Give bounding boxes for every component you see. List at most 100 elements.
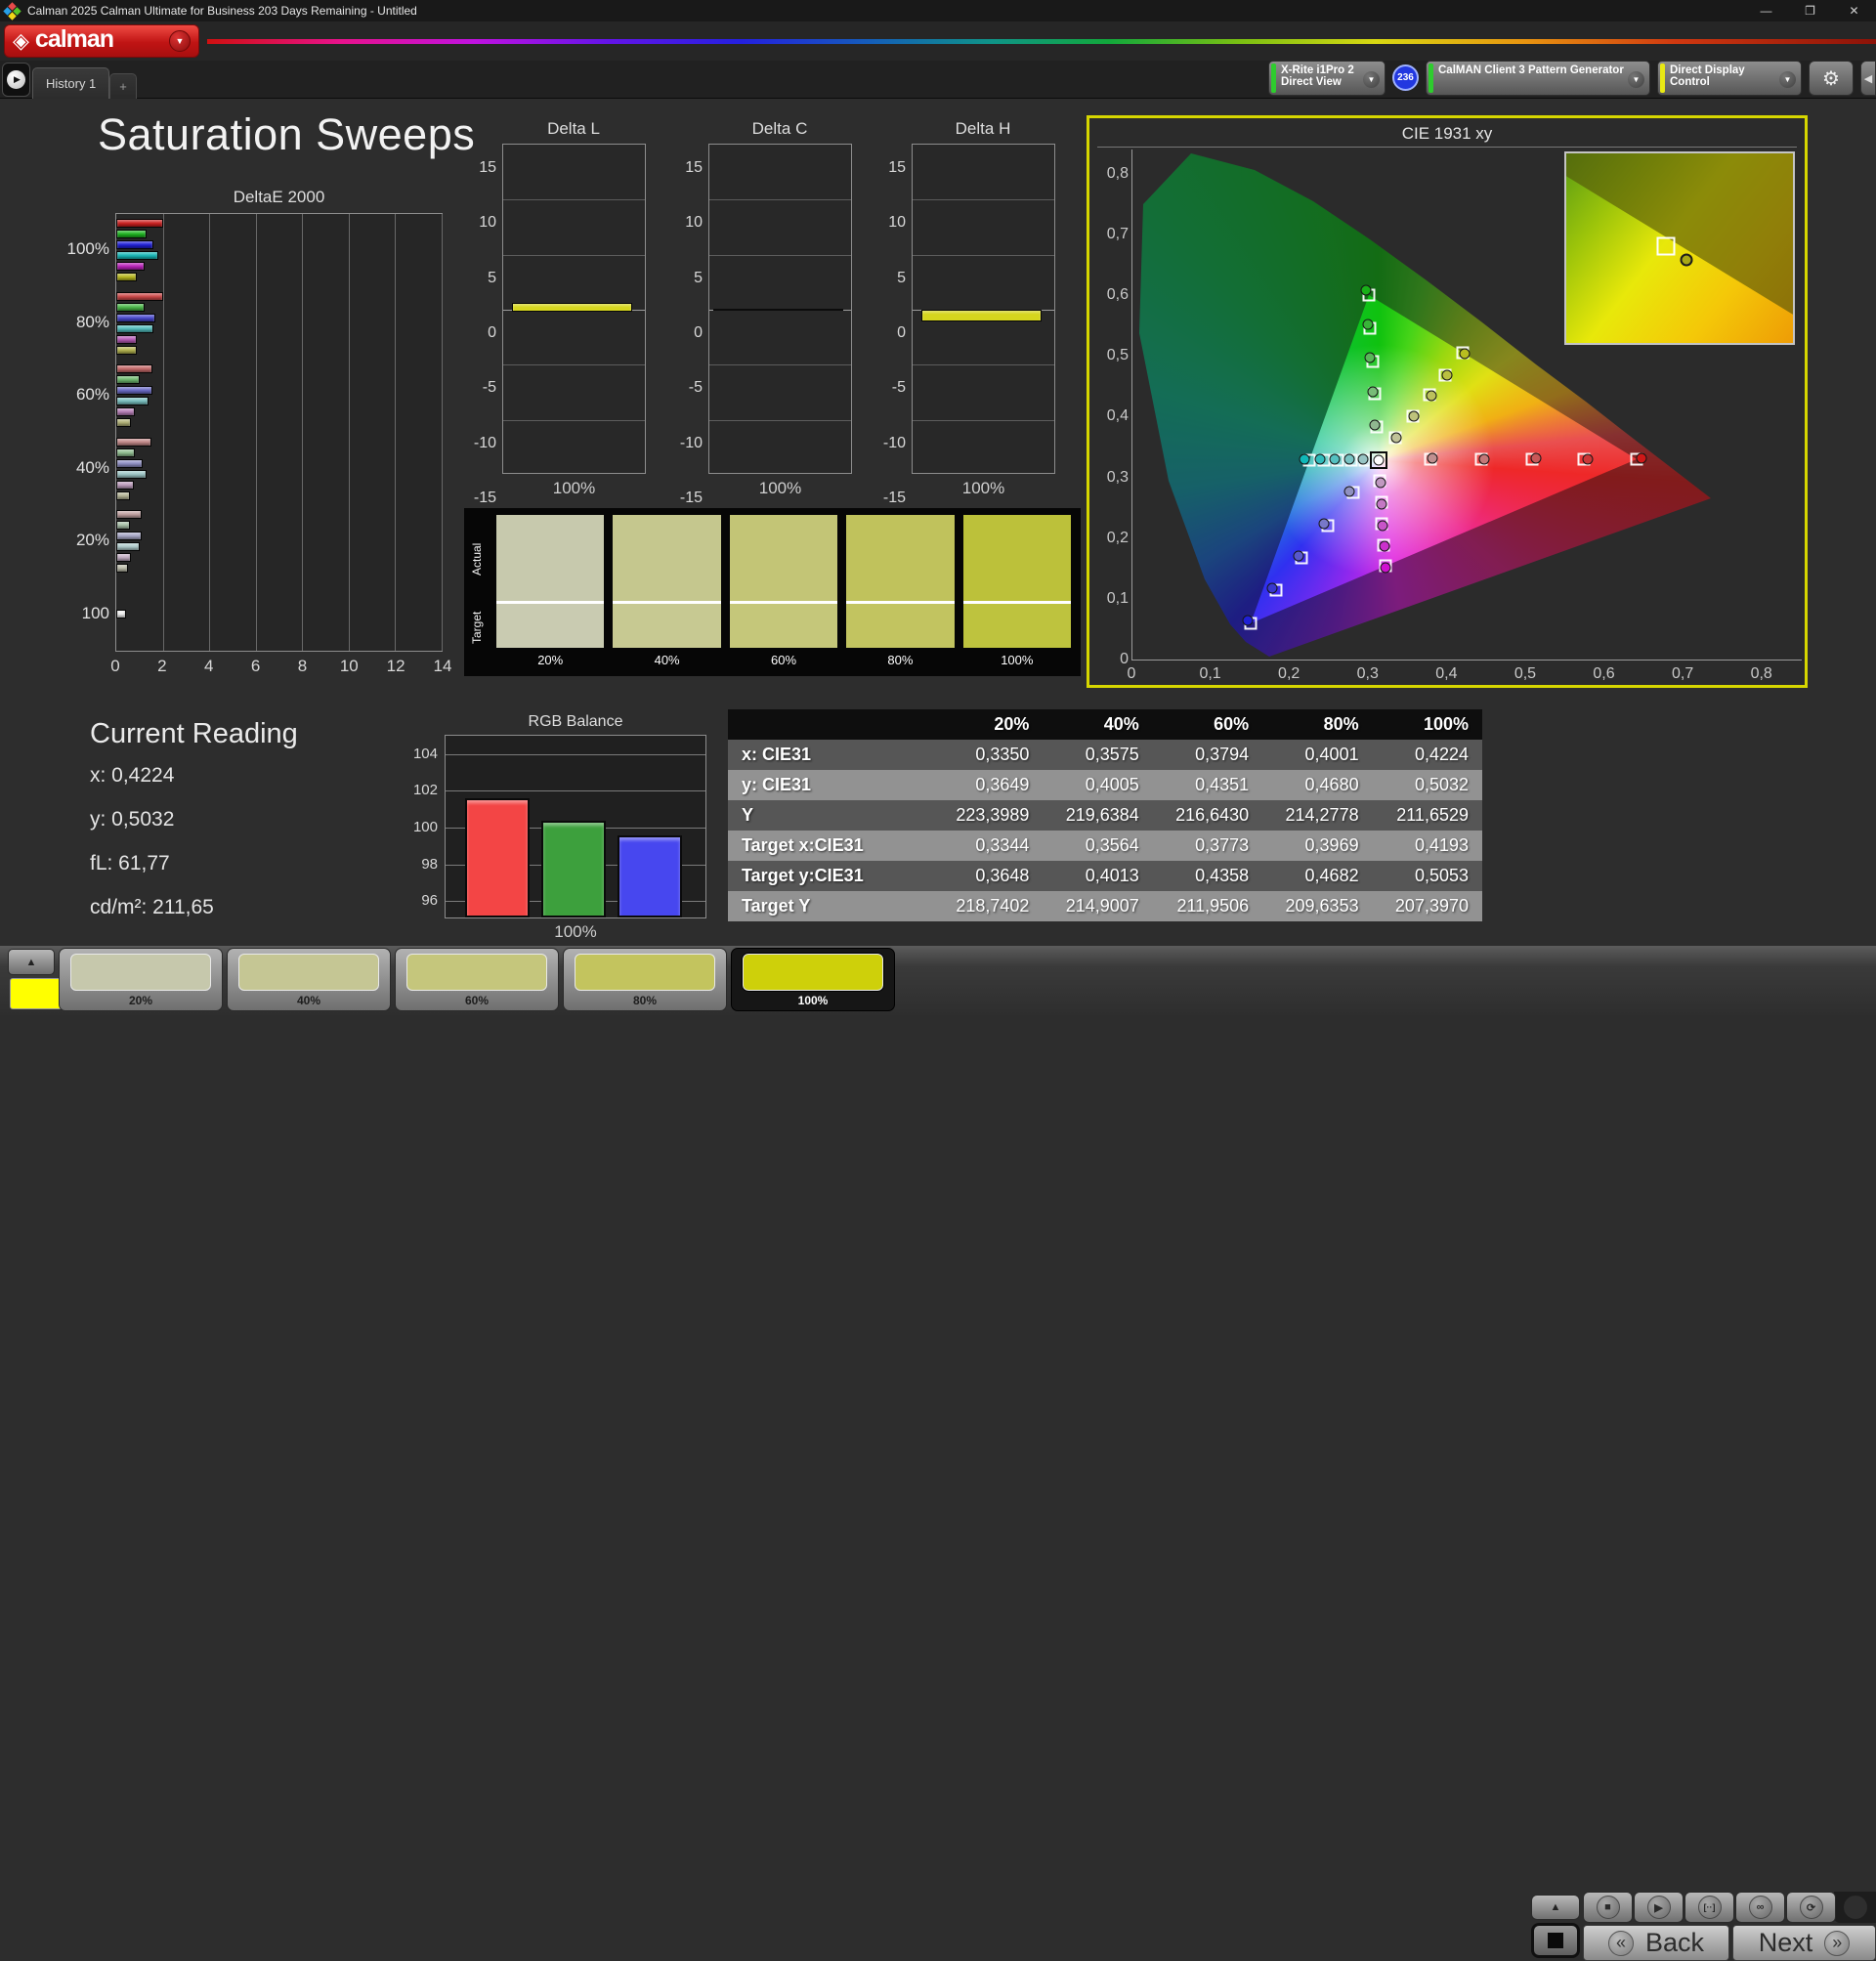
axis-tick-label: 0 (1120, 651, 1129, 667)
row-label: x: CIE31 (728, 740, 933, 770)
plot-area (708, 144, 852, 474)
column-header: 60% (1152, 709, 1263, 740)
refresh-button[interactable]: ⟳ (1786, 1892, 1836, 1923)
axis-tick-label: 0,8 (1750, 665, 1772, 682)
actual-swatch (613, 515, 721, 601)
meter-dropdown[interactable]: X-Rite i1Pro 2 Direct View ▼ (1268, 61, 1386, 96)
swatch-percent-label: 100% (1001, 652, 1034, 667)
bar-yellow (116, 490, 131, 500)
measured-circle-red (1530, 452, 1542, 464)
cell-value: 0,4358 (1152, 861, 1263, 891)
rgb-balance-chart (445, 735, 706, 918)
actual-label: Actual (470, 542, 484, 576)
display-control-dropdown[interactable]: Direct Display Control ▼ (1657, 61, 1802, 96)
pattern-swatch-80%[interactable]: 80% (563, 948, 727, 1011)
axis-tick-label: 15 (888, 159, 906, 176)
pattern-swatch-20%[interactable]: 20% (59, 948, 223, 1011)
hold-button[interactable]: [··] (1684, 1892, 1734, 1923)
pattern-swatch-100%[interactable]: 100% (731, 948, 895, 1011)
y-axis: 15 10 5 0 -5 -10 -15 (667, 144, 704, 506)
restore-button[interactable]: ❐ (1788, 0, 1832, 21)
add-tab-button[interactable]: + (109, 73, 137, 99)
calman-menu-button[interactable]: ◈ calman ▼ (4, 24, 199, 58)
bar-cyan (116, 542, 140, 552)
bar-magenta (116, 553, 132, 563)
row-label: Y (728, 800, 933, 831)
meter-line2: Direct View (1281, 76, 1342, 88)
axis-tick-label: 100 (412, 819, 438, 835)
measured-circle-yellow (1408, 410, 1420, 422)
cell-value: 0,3969 (1262, 831, 1373, 861)
loop-button[interactable]: ∞ (1735, 1892, 1785, 1923)
transport-panel-up-button[interactable]: ▲ (1531, 1895, 1580, 1920)
cell-value: 0,3575 (1043, 740, 1153, 770)
layout-expander-button[interactable]: ▶ (2, 63, 30, 97)
bar-cyan (116, 469, 147, 479)
measurement-count-badge[interactable]: 236 (1392, 64, 1419, 91)
display-label: Direct Display Control (1670, 64, 1745, 88)
settings-button[interactable]: ⚙ (1809, 61, 1854, 96)
grid-line (255, 214, 257, 651)
measured-circle-blue (1266, 582, 1278, 594)
swatch-chip (743, 954, 883, 991)
axis-tick-label: 80% (75, 312, 109, 331)
close-button[interactable]: ✕ (1832, 0, 1876, 21)
pattern-panel-up-button[interactable]: ▲ (8, 949, 55, 975)
cell-value: 218,7402 (933, 891, 1044, 921)
swatch-label: 20% (128, 994, 153, 1007)
next-button[interactable]: Next » (1732, 1925, 1876, 1961)
pattern-swatch-40%[interactable]: 40% (227, 948, 391, 1011)
axis-tick-label: 10 (888, 214, 906, 232)
back-button[interactable]: « Back (1583, 1925, 1729, 1961)
bar-blue (116, 240, 154, 250)
calman-app-icon (3, 1, 21, 21)
actual-swatch (496, 515, 605, 601)
bar-blue (116, 458, 144, 468)
axis-tick-label: 96 (421, 892, 438, 910)
value-bar (512, 303, 632, 312)
row-label: y: CIE31 (728, 770, 933, 800)
swatch-column: 20% (496, 515, 605, 674)
rgb-y-axis: 104 102 100 98 96 (399, 735, 440, 918)
reading-fl: fL: 61,77 (90, 852, 170, 874)
stop-button[interactable]: ■ (1583, 1892, 1633, 1923)
axis-tick-label: 0,5 (1106, 347, 1129, 364)
grid-line (913, 364, 1054, 366)
measured-circle-magenta (1375, 477, 1386, 489)
bar-red (116, 364, 152, 374)
bar-cyan (116, 251, 158, 261)
axis-tick-label: 102 (412, 782, 438, 799)
cell-value: 211,6529 (1372, 800, 1482, 831)
axis-tick-label: 8 (297, 657, 308, 675)
axis-tick-label: 0 (1127, 665, 1136, 682)
bar-cyan (116, 323, 154, 333)
stop-pattern-button[interactable] (1531, 1923, 1580, 1958)
tab-history-1[interactable]: History 1 (32, 67, 110, 99)
column-header: 40% (1043, 709, 1153, 740)
actual-target-swatch-panel: Actual Target 20% 40% 60% 80% 100% (464, 508, 1081, 676)
axis-tick-label: -5 (482, 379, 496, 397)
minimize-button[interactable]: — (1744, 0, 1788, 21)
pattern-generator-dropdown[interactable]: CalMAN Client 3 Pattern Generator ▼ (1426, 61, 1650, 96)
pattern-swatch-60%[interactable]: 60% (395, 948, 559, 1011)
measured-circle-magenta (1379, 540, 1390, 552)
collapse-panel-button[interactable]: ◀ (1860, 61, 1876, 96)
measurement-table: 20% 40% 60% 80% 100% x: CIE31 0,3350 0,3575 0,37… (728, 709, 1482, 921)
axis-tick-label: 15 (479, 159, 496, 176)
device-toolbar: X-Rite i1Pro 2 Direct View ▼ 236 CalMAN … (1268, 61, 1876, 98)
current-reading-title: Current Reading (90, 718, 298, 749)
row-labels: Actual Target (470, 515, 488, 674)
chart-title: Delta L (547, 119, 600, 138)
axis-tick-label: 0 (488, 324, 496, 341)
axis-tick-label: 5 (694, 269, 703, 286)
swatch-chip (70, 954, 211, 991)
measured-circle-blue (1318, 518, 1330, 530)
swatch-column: 40% (613, 515, 721, 674)
bar-yellow (116, 418, 132, 428)
play-button[interactable]: ▶ (1634, 1892, 1684, 1923)
grid-line (395, 214, 397, 651)
cie-1931-panel[interactable]: CIE 1931 xy 0,8 0,7 0,6 0,5 0,4 0,3 0,2 0,1 0 00… (1087, 115, 1808, 688)
axis-tick-label: 5 (897, 269, 906, 286)
bar-B (618, 835, 682, 917)
measured-circle-blue (1293, 550, 1304, 562)
